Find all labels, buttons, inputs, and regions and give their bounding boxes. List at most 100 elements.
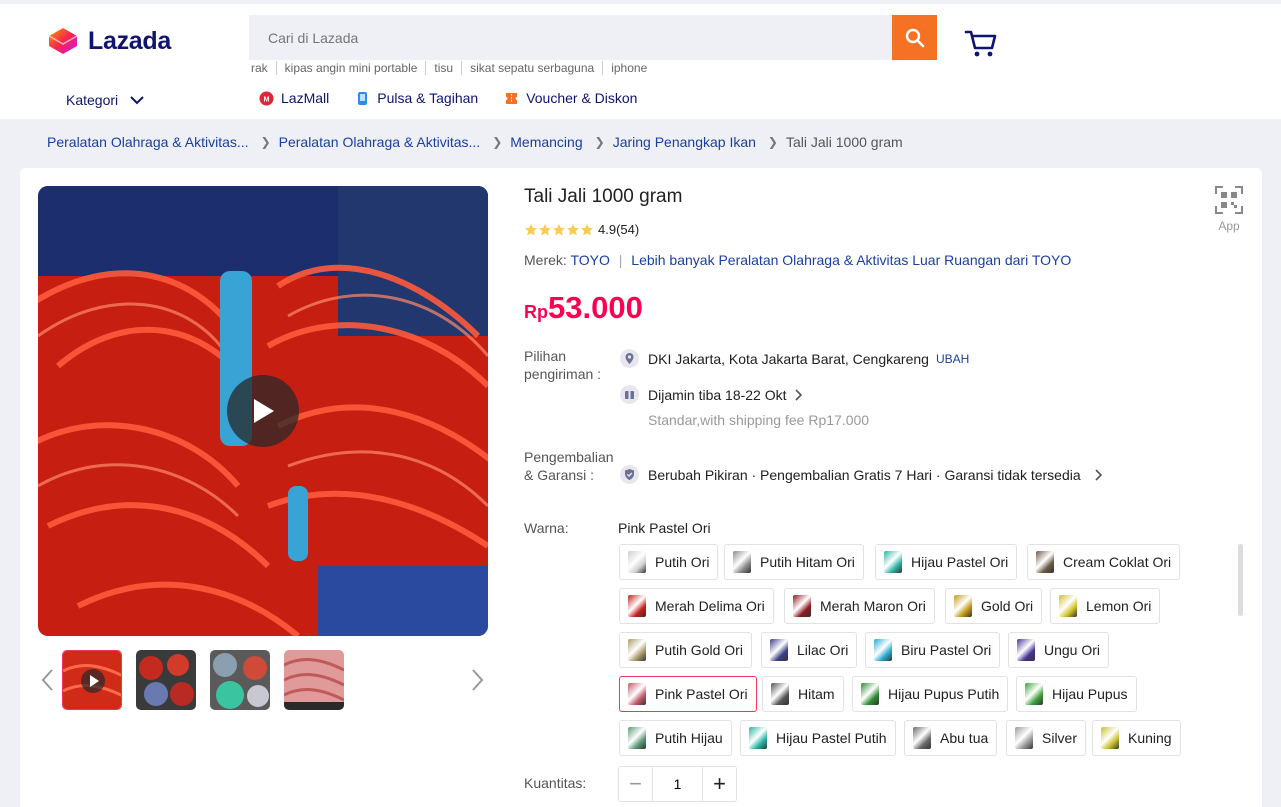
play-icon — [254, 399, 274, 423]
color-option[interactable]: Ungu Ori — [1008, 632, 1110, 668]
cart-icon[interactable] — [963, 26, 999, 60]
delivery-label: Pilihan pengiriman : — [524, 348, 602, 382]
quantity-input[interactable] — [652, 767, 703, 801]
color-option-label: Ungu Ori — [1044, 642, 1101, 658]
color-option-label: Kuning — [1128, 730, 1172, 746]
color-option[interactable]: Pink Pastel Ori — [619, 676, 757, 712]
nav-lazmall[interactable]: M LazMall — [259, 90, 329, 106]
color-option-label: Biru Pastel Ori — [901, 642, 992, 658]
brand-line: Merek: TOYO | Lebih banyak Peralatan Ola… — [524, 252, 1071, 268]
color-option-label: Hijau Pupus Putih — [888, 686, 1000, 702]
delivery-eta[interactable]: Dijamin tiba 18-22 Okt — [620, 385, 803, 404]
color-option[interactable]: Silver — [1006, 720, 1087, 756]
color-swatch-image — [733, 551, 751, 573]
breadcrumb-link[interactable]: Jaring Penangkap Ikan — [613, 134, 756, 150]
color-swatch-image — [628, 639, 646, 661]
suggestion-link[interactable]: tisu — [425, 61, 461, 75]
suggestion-link[interactable]: sikat sepatu serbaguna — [461, 61, 602, 75]
breadcrumb-link[interactable]: Memancing — [510, 134, 582, 150]
color-option-label: Hitam — [798, 686, 835, 702]
breadcrumb-link[interactable]: Peralatan Olahraga & Aktivitas... — [279, 134, 481, 150]
color-option[interactable]: Cream Coklat Ori — [1027, 544, 1181, 580]
color-option-label: Cream Coklat Ori — [1063, 554, 1172, 570]
suggestion-link[interactable]: iphone — [602, 61, 655, 75]
more-from-brand-link[interactable]: Lebih banyak Peralatan Olahraga & Aktivi… — [631, 252, 1071, 268]
qr-code-icon — [1215, 186, 1243, 214]
brand-link[interactable]: TOYO — [570, 252, 609, 268]
color-option[interactable]: Hitam — [762, 676, 844, 712]
returns-label: Pengembalian & Garansi : — [524, 449, 614, 483]
color-option[interactable]: Hijau Pupus — [1016, 676, 1137, 712]
color-swatch-image — [628, 683, 646, 705]
decrease-quantity-button[interactable]: − — [619, 767, 652, 801]
breadcrumb-link[interactable]: Peralatan Olahraga & Aktivitas... — [47, 134, 249, 150]
thumbnail-1[interactable] — [62, 650, 122, 710]
color-option[interactable]: Kuning — [1092, 720, 1181, 756]
quick-links: M LazMall Pulsa & Tagihan Voucher & Disk… — [259, 90, 663, 106]
shield-check-icon — [620, 465, 639, 484]
lazada-logo-icon — [48, 28, 78, 54]
search-input[interactable] — [249, 15, 892, 60]
breadcrumb-current: Tali Jali 1000 gram — [785, 134, 903, 150]
svg-text:M: M — [264, 96, 270, 103]
increase-quantity-button[interactable]: + — [703, 767, 736, 801]
color-option[interactable]: Hijau Pastel Putih — [740, 720, 896, 756]
color-option[interactable]: Lilac Ori — [761, 632, 858, 668]
product-rating[interactable]: 4.9(54) — [524, 222, 639, 237]
color-option[interactable]: Merah Maron Ori — [784, 588, 935, 624]
divider: | — [618, 252, 623, 268]
thumbnail-2[interactable] — [136, 650, 196, 710]
thumbnail-4[interactable] — [284, 650, 344, 710]
color-option[interactable]: Hijau Pastel Ori — [875, 544, 1018, 580]
change-location-button[interactable]: UBAH — [936, 352, 969, 366]
color-swatch-image — [771, 683, 789, 705]
color-option-label: Putih Ori — [655, 554, 710, 570]
phone-icon — [358, 91, 368, 105]
suggestion-link[interactable]: kipas angin mini portable — [275, 61, 426, 75]
color-swatch-image — [1015, 727, 1033, 749]
app-qr-button[interactable]: App — [1212, 186, 1246, 233]
color-option[interactable]: Merah Delima Ori — [619, 588, 774, 624]
breadcrumb: Peralatan Olahraga & Aktivitas... ❯ Pera… — [47, 134, 903, 150]
nav-pulsa[interactable]: Pulsa & Tagihan — [355, 90, 478, 106]
color-option-label: Hijau Pastel Ori — [911, 554, 1009, 570]
color-option[interactable]: Putih Ori — [619, 544, 719, 580]
color-option[interactable]: Gold Ori — [945, 588, 1043, 624]
site-header: Lazada rak kipas angin mini portable tis… — [0, 4, 1281, 119]
rating-text: 4.9(54) — [598, 222, 640, 237]
delivery-location: DKI Jakarta, Kota Jakarta Barat, Cengkar… — [620, 349, 969, 368]
color-option[interactable]: Biru Pastel Ori — [865, 632, 1001, 668]
lazada-logo[interactable]: Lazada — [46, 26, 171, 56]
suggestion-link[interactable]: rak — [251, 61, 276, 75]
play-video-button[interactable] — [227, 375, 299, 447]
color-options-scrollbar[interactable] — [1238, 544, 1243, 616]
returns-info[interactable]: Berubah Pikiran · Pengembalian Gratis 7 … — [620, 465, 1103, 484]
color-option[interactable]: Lemon Ori — [1050, 588, 1161, 624]
thumbnail-3[interactable] — [210, 650, 270, 710]
color-option[interactable]: Abu tua — [904, 720, 998, 756]
color-option-label: Merah Delima Ori — [655, 598, 765, 614]
color-option[interactable]: Putih Hijau — [619, 720, 732, 756]
chevron-left-icon[interactable] — [40, 668, 56, 692]
color-option-label: Gold Ori — [981, 598, 1034, 614]
chevron-right-icon: ❯ — [260, 135, 271, 149]
chevron-right-icon[interactable] — [469, 668, 485, 692]
color-option[interactable]: Hijau Pupus Putih — [852, 676, 1009, 712]
brand-label: Merek: — [524, 252, 567, 268]
search-button[interactable] — [892, 15, 937, 60]
color-option[interactable]: Putih Gold Ori — [619, 632, 752, 668]
app-label: App — [1218, 219, 1240, 233]
price-value: 53.000 — [548, 290, 643, 325]
nav-voucher[interactable]: Voucher & Diskon — [504, 90, 637, 106]
color-swatch-image — [749, 727, 767, 749]
quantity-label: Kuantitas: — [524, 775, 587, 791]
color-swatch-image — [1025, 683, 1043, 705]
color-option-label: Silver — [1042, 730, 1078, 746]
color-option-label: Hijau Pupus — [1052, 686, 1128, 702]
color-option[interactable]: Putih Hitam Ori — [724, 544, 864, 580]
color-swatch-image — [628, 595, 646, 617]
kategori-menu[interactable]: Kategori — [66, 92, 144, 108]
lazmall-icon: M — [259, 91, 274, 105]
chevron-right-icon — [1095, 468, 1102, 481]
color-option-label: Lilac Ori — [797, 642, 849, 658]
